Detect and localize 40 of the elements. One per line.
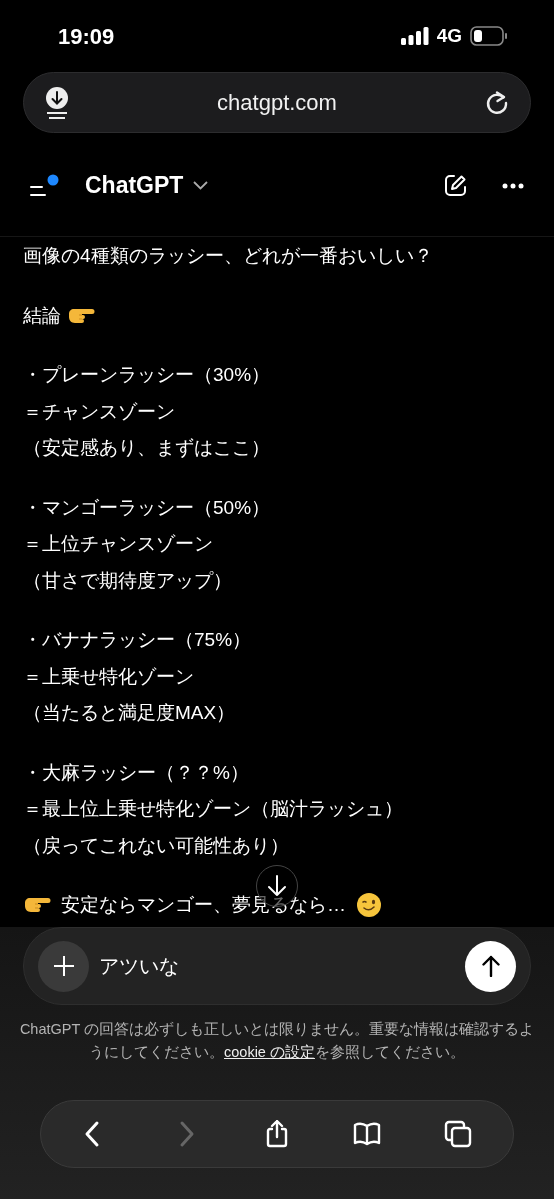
message-text: ＝最上位上乗せ特化ゾーン（脳汁ラッシュ）: [23, 797, 403, 821]
cookie-settings-link[interactable]: cookie の設定: [224, 1044, 315, 1060]
download-icon[interactable]: [44, 86, 70, 119]
tabs-icon[interactable]: [443, 1120, 472, 1148]
network-label: 4G: [436, 23, 462, 48]
plus-icon: [52, 955, 75, 977]
message-text: ＝上乗せ特化ゾーン: [23, 664, 194, 689]
signal-icon: [400, 27, 429, 45]
status-time: 19:09: [58, 22, 115, 51]
arrow-down-icon: [267, 875, 287, 897]
url-text: chatgpt.com: [217, 89, 337, 117]
reload-icon[interactable]: [484, 89, 510, 116]
message-text: （安定感あり、まずはここ）: [23, 436, 270, 460]
message-composer[interactable]: アツいな: [23, 927, 531, 1005]
message-text: ・大麻ラッシー（？？%）: [23, 760, 249, 785]
winking-face-icon: [356, 892, 382, 919]
message-text: 安定ならマンゴー、夢見るなら…: [61, 893, 346, 917]
message-text: （甘さで期待度アップ）: [23, 568, 232, 593]
new-chat-icon[interactable]: [444, 174, 467, 197]
message-text: ・バナナラッシー（75%）: [23, 628, 252, 652]
message-text: ・マンゴーラッシー（50%）: [23, 495, 271, 520]
send-button[interactable]: [465, 940, 516, 992]
message-text: ・プレーンラッシー（30%）: [23, 363, 271, 387]
message-text: （当たると満足度MAX）: [23, 701, 236, 725]
add-button[interactable]: [38, 940, 89, 992]
message-text: ＝チャンスゾーン: [23, 399, 175, 424]
message-text: 結論: [23, 303, 61, 328]
message-input[interactable]: アツいな: [99, 951, 465, 981]
chevron-down-icon[interactable]: [193, 181, 209, 190]
message-text: ＝上位チャンスゾーン: [23, 532, 213, 556]
app-title[interactable]: ChatGPT: [85, 168, 184, 203]
book-icon[interactable]: [353, 1120, 382, 1148]
message-text: （戻ってこれない可能性あり）: [23, 833, 289, 858]
more-icon[interactable]: [502, 182, 524, 189]
battery-icon: [470, 26, 508, 46]
message-text: 画像の4種類のラッシー、どれが一番おいしい？: [23, 244, 433, 268]
address-bar[interactable]: chatgpt.com: [23, 72, 531, 133]
menu-icon[interactable]: [30, 173, 60, 198]
arrow-up-icon: [481, 955, 500, 977]
disclaimer-text: ChatGPT の回答は必ずしも正しいとは限りません。重要な情報は確認するようにしてください。cookie の設定 を参照してください。: [18, 1020, 536, 1062]
